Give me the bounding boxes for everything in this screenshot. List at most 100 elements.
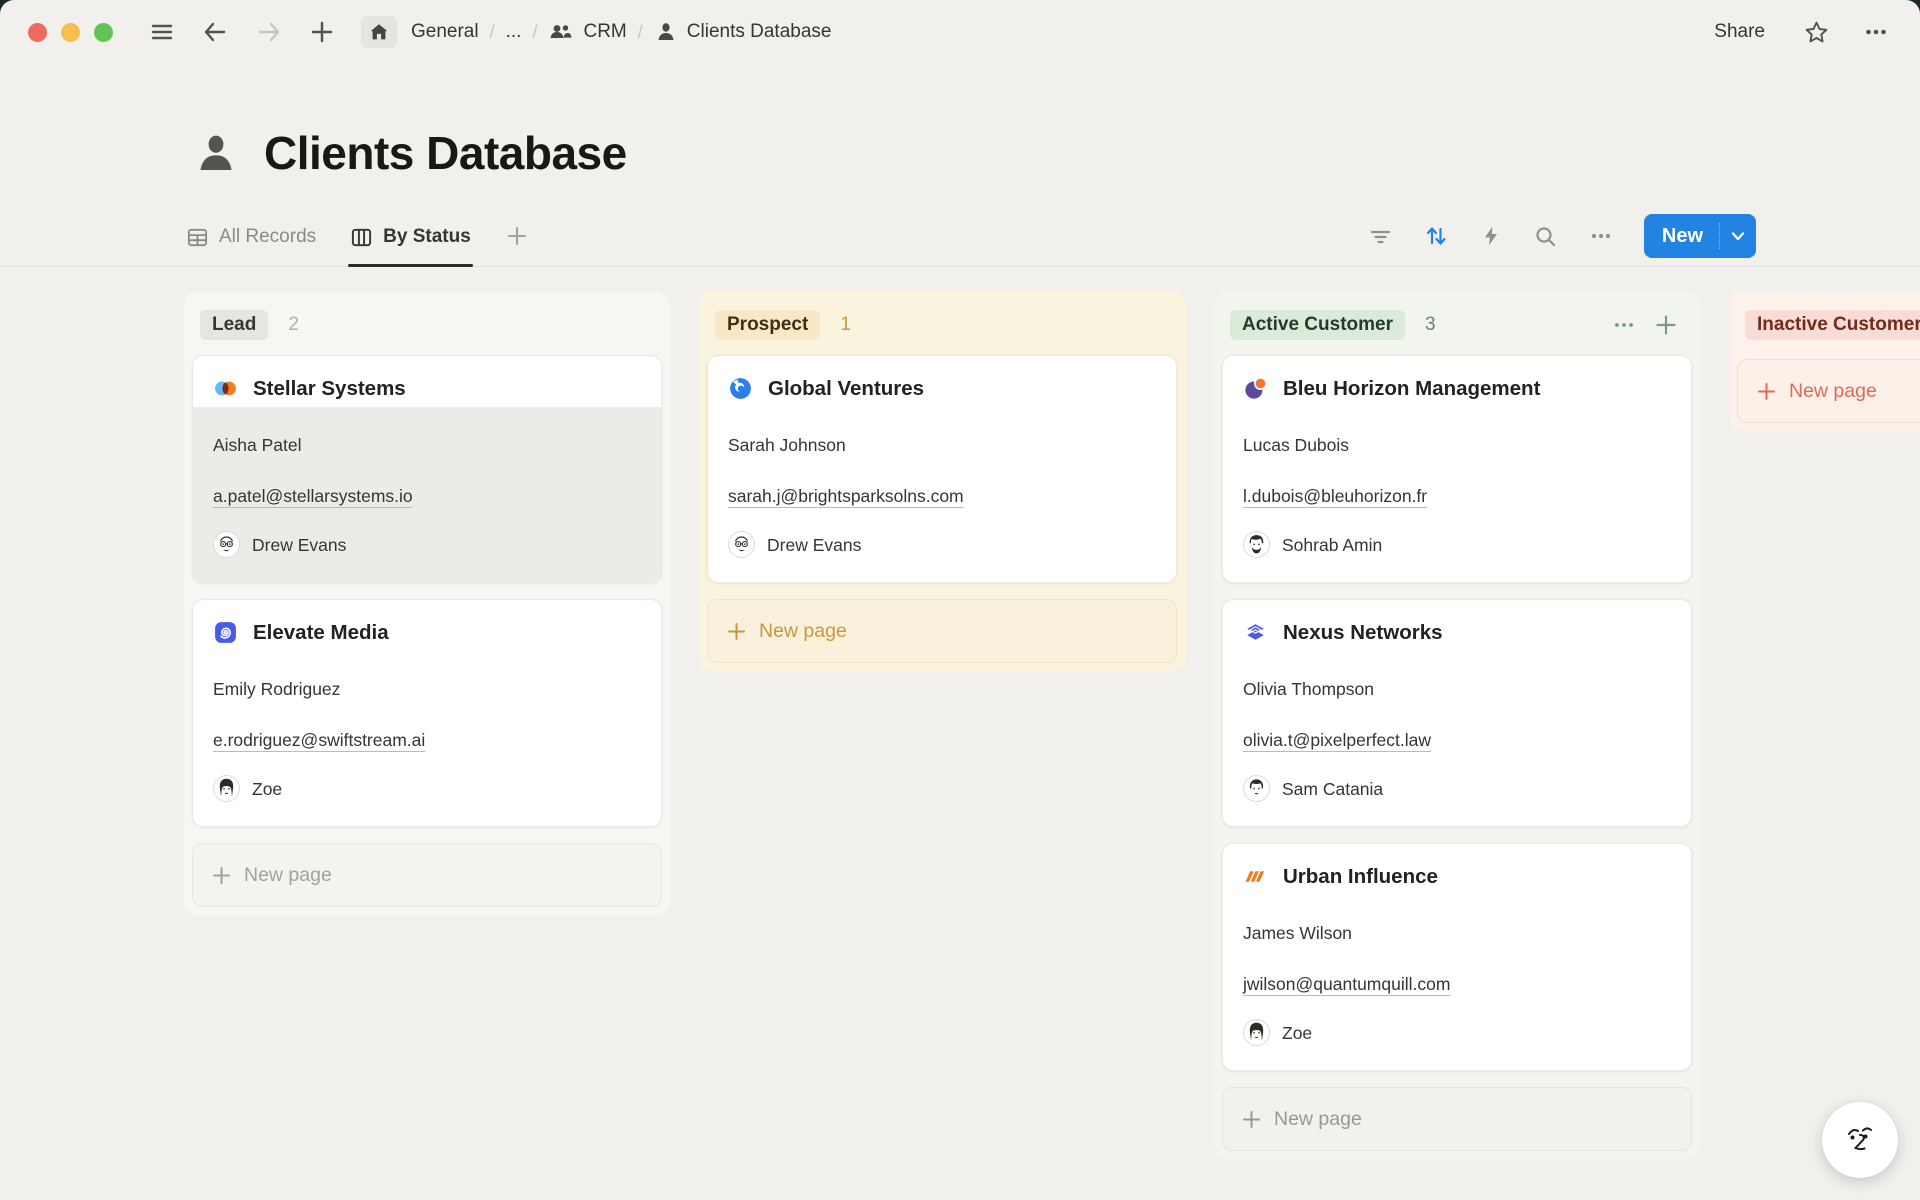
tab-by-status[interactable]: By Status xyxy=(350,224,471,266)
status-pill-prospect[interactable]: Prospect xyxy=(715,310,820,340)
column-active-customer-count: 3 xyxy=(1425,314,1436,336)
back-button[interactable] xyxy=(201,18,229,46)
contact-name: Emily Rodriguez xyxy=(213,677,641,701)
column-add-card-button[interactable] xyxy=(1654,313,1678,337)
column-active-customer: Active Customer 3 xyxy=(1214,291,1700,1159)
company-name: Global Ventures xyxy=(768,377,924,401)
board-icon xyxy=(350,226,373,249)
column-more-button[interactable] xyxy=(1612,313,1636,337)
topbar-actions: Share xyxy=(1708,18,1890,46)
avatar-zoe xyxy=(213,775,240,802)
status-pill-lead[interactable]: Lead xyxy=(200,310,268,340)
avatar-sam-catania xyxy=(1243,775,1270,802)
company-name: Stellar Systems xyxy=(253,377,406,401)
home-button[interactable] xyxy=(361,16,397,48)
owner-name: Sam Catania xyxy=(1282,777,1383,801)
breadcrumb-separator: / xyxy=(638,22,643,43)
add-view-button[interactable] xyxy=(505,224,529,266)
new-record-button[interactable]: New xyxy=(1644,225,1719,248)
breadcrumb-separator: / xyxy=(532,22,537,43)
breadcrumb-item-crm[interactable]: CRM xyxy=(548,19,626,45)
owner-name: Sohrab Amin xyxy=(1282,533,1382,557)
hamburger-icon xyxy=(149,19,175,45)
elevate-media-logo-icon xyxy=(213,620,238,645)
view-options-button[interactable] xyxy=(1588,223,1614,249)
contact-email[interactable]: e.rodriguez@swiftstream.ai xyxy=(213,728,641,752)
contact-email[interactable]: jwilson@quantumquill.com xyxy=(1243,972,1671,996)
contact-name: Lucas Dubois xyxy=(1243,433,1671,457)
new-page-button-prospect[interactable]: New page xyxy=(707,599,1177,663)
sort-arrows-icon xyxy=(1423,223,1449,249)
view-tabs: All Records By Status xyxy=(186,224,529,266)
breadcrumb-item-general[interactable]: General xyxy=(411,21,479,43)
owner-row: Zoe xyxy=(213,775,641,802)
forward-button[interactable] xyxy=(255,18,283,46)
company-name: Elevate Media xyxy=(253,621,389,645)
page-person-icon xyxy=(192,129,240,177)
contact-email[interactable]: olivia.t@pixelperfect.law xyxy=(1243,728,1671,752)
owner-name: Zoe xyxy=(1282,1021,1312,1045)
column-inactive-customer: Inactive Customer New page xyxy=(1729,291,1920,431)
column-prospect-count: 1 xyxy=(840,314,851,336)
notion-ai-face-button[interactable] xyxy=(1822,1102,1898,1178)
card-global-ventures[interactable]: Global Ventures Sarah Johnson sarah.j@br… xyxy=(707,355,1177,583)
page-header: Clients Database xyxy=(0,126,1920,180)
global-ventures-logo-icon xyxy=(728,376,753,401)
owner-row: Drew Evans xyxy=(728,531,1156,558)
share-button[interactable]: Share xyxy=(1708,20,1771,44)
bleu-horizon-logo-icon xyxy=(1243,376,1268,401)
favorite-button[interactable] xyxy=(1803,19,1830,46)
lightning-icon xyxy=(1479,224,1503,248)
search-button[interactable] xyxy=(1533,224,1558,249)
breadcrumb-separator: / xyxy=(490,22,495,43)
sidebar-menu-button[interactable] xyxy=(149,19,175,45)
tab-all-records[interactable]: All Records xyxy=(186,224,316,266)
close-window-button[interactable] xyxy=(28,23,47,42)
people-icon xyxy=(548,19,574,45)
plus-icon xyxy=(726,621,747,642)
card-nexus-networks[interactable]: Nexus Networks Olivia Thompson olivia.t@… xyxy=(1222,599,1692,827)
stellar-systems-logo-icon xyxy=(213,376,238,401)
table-icon xyxy=(186,226,209,249)
breadcrumb-ellipsis[interactable]: ... xyxy=(506,21,522,43)
arrow-left-icon xyxy=(201,18,229,46)
face-icon xyxy=(1838,1118,1882,1162)
traffic-lights xyxy=(28,23,113,42)
card-bleu-horizon-management[interactable]: Bleu Horizon Management Lucas Dubois l.d… xyxy=(1222,355,1692,583)
plus-icon xyxy=(1756,381,1777,402)
card-stellar-systems[interactable]: Stellar Systems Aisha Patel a.patel@stel… xyxy=(192,355,662,583)
contact-name: Aisha Patel xyxy=(213,433,641,457)
status-pill-inactive-customer[interactable]: Inactive Customer xyxy=(1745,310,1920,340)
page-content: Clients Database All Records By Status xyxy=(0,64,1920,1200)
card-elevate-media[interactable]: Elevate Media Emily Rodriguez e.rodrigue… xyxy=(192,599,662,827)
sort-button[interactable] xyxy=(1423,223,1449,249)
contact-email[interactable]: sarah.j@brightsparksolns.com xyxy=(728,484,1156,508)
app-window: General / ... / CRM / Clients Database S… xyxy=(0,0,1920,1200)
new-page-button-inactive-customer[interactable]: New page xyxy=(1737,359,1920,423)
new-tab-button[interactable] xyxy=(309,19,335,45)
column-prospect: Prospect 1 Global Ventures Sarah Johnson xyxy=(699,291,1185,671)
status-pill-active-customer[interactable]: Active Customer xyxy=(1230,310,1405,340)
card-urban-influence[interactable]: Urban Influence James Wilson jwilson@qua… xyxy=(1222,843,1692,1071)
plus-icon xyxy=(1241,1109,1262,1130)
view-tabs-bar: All Records By Status xyxy=(0,210,1920,267)
topbar: General / ... / CRM / Clients Database S… xyxy=(0,0,1920,64)
new-record-dropdown-button[interactable] xyxy=(1720,227,1756,245)
owner-name: Drew Evans xyxy=(767,533,861,557)
new-page-button-lead[interactable]: New page xyxy=(192,843,662,907)
urban-influence-logo-icon xyxy=(1243,864,1268,889)
window-more-button[interactable] xyxy=(1862,18,1890,46)
minimize-window-button[interactable] xyxy=(61,23,80,42)
zoom-window-button[interactable] xyxy=(94,23,113,42)
contact-email[interactable]: l.dubois@bleuhorizon.fr xyxy=(1243,484,1671,508)
automation-button[interactable] xyxy=(1479,224,1503,248)
owner-name: Drew Evans xyxy=(252,533,346,557)
ellipsis-icon xyxy=(1588,223,1614,249)
contact-email[interactable]: a.patel@stellarsystems.io xyxy=(213,484,641,508)
contact-name: James Wilson xyxy=(1243,921,1671,945)
plus-icon xyxy=(309,19,335,45)
person-icon xyxy=(654,20,678,44)
filter-button[interactable] xyxy=(1368,224,1393,249)
new-page-button-active-customer[interactable]: New page xyxy=(1222,1087,1692,1151)
breadcrumb-item-clients-database[interactable]: Clients Database xyxy=(654,20,832,44)
